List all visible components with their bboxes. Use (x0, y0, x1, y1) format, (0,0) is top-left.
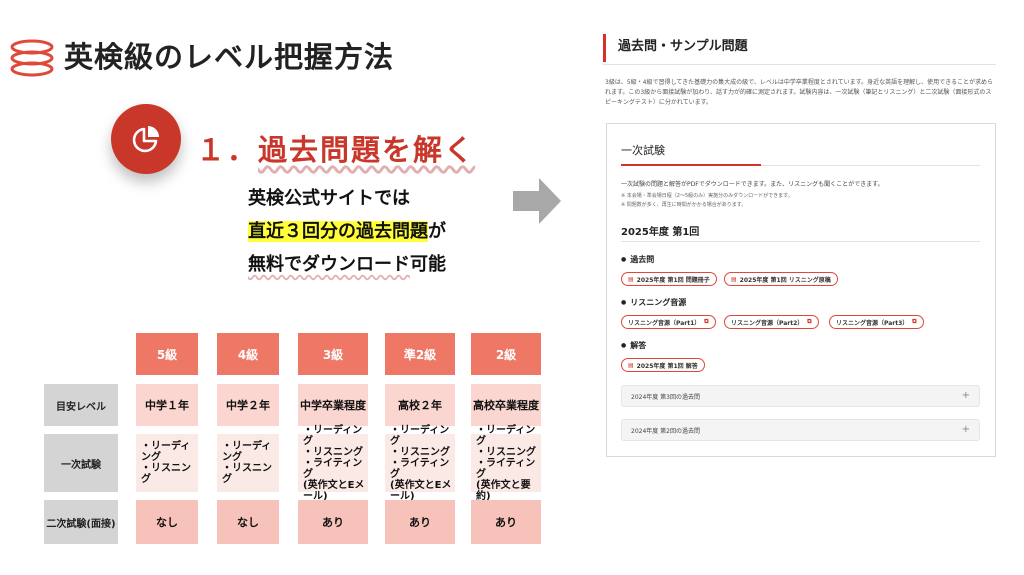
desc-line-1: 英検公式サイトでは (248, 188, 410, 209)
year-divider (621, 241, 980, 242)
table-header-cell: 準2級 (385, 333, 455, 375)
desc-line-2-tail: が (428, 221, 446, 242)
exam-item: ・リーディング (390, 424, 450, 447)
listening-audio-heading: リスニング音源 (621, 297, 686, 308)
table-cell-first-exam: ・リーディング ・リスニング ・ライティング (英作文とEメール) (385, 425, 455, 502)
desc-line-2: 直近３回分の過去問題が (248, 217, 446, 243)
exam-item: ・リスニング (476, 446, 536, 458)
section-title: 過去問・サンプル問題 (603, 34, 748, 62)
exam-item: (英作文と要約) (476, 479, 531, 502)
accordion-2024-2[interactable]: 2024年度 第2回の過去問 + (621, 419, 980, 441)
past-paper-booklet-link[interactable]: ▤ 2025年度 第1回 問題冊子 (621, 272, 717, 286)
table-cell-first-exam: ・リーディング ・リスニング (136, 434, 198, 492)
pie-chart-icon (132, 126, 159, 153)
answers-link[interactable]: ▤ 2025年度 第1回 解答 (621, 358, 705, 372)
card-title: 一次試験 (621, 144, 665, 157)
section-intro: 3級は、5級・4級で習得してきた基礎力の集大成の級で、レベルは中学卒業程度とされ… (605, 79, 993, 106)
card-title-divider (761, 165, 980, 166)
exam-item: ・リーディング (476, 424, 536, 447)
table-cell-first-exam: ・リーディング ・リスニング ・ライティング (英作文とEメール) (298, 425, 368, 502)
listening-part1-link[interactable]: リスニング音源（Part1） ⧉ (621, 315, 716, 329)
table-header-cell: 4級 (217, 333, 279, 375)
step-badge (111, 104, 181, 174)
exam-item: ・リスニング (303, 446, 363, 458)
exam-item: ・リーディング (141, 441, 191, 463)
exam-item: ・リーディング (303, 424, 363, 447)
exam-item: ・リスニング (390, 446, 450, 458)
table-cell-second-exam: あり (298, 500, 368, 544)
page-title: 英検級のレベル把握方法 (64, 40, 395, 74)
table-cell-first-exam: ・リーディング ・リスニング ・ライティング (英作文と要約) (471, 425, 541, 502)
exam-item: ・ライティング (390, 457, 450, 480)
table-cell-level: 中学１年 (136, 384, 198, 426)
table-row-label: 一次試験 (44, 434, 118, 492)
exam-item: (英作文とEメール) (390, 479, 452, 502)
card-note-1: ※ 本会場・準会場日程（2〜5級のみ）実施分のみダウンロードができます。 (621, 193, 793, 199)
exam-item: (英作文とEメール) (303, 479, 365, 502)
table-cell-level: 高校卒業程度 (471, 384, 541, 426)
table-row-label: 二次試験(面接) (44, 500, 118, 544)
external-link-icon: ⧉ (912, 318, 917, 325)
listening-part3-link[interactable]: リスニング音源（Part3） ⧉ (829, 315, 924, 329)
desc-line-3-underlined: 無料でダウンロード (248, 254, 410, 275)
answers-heading: 解答 (621, 340, 646, 351)
external-link-icon: ⧉ (807, 318, 812, 325)
table-row-label: 目安レベル (44, 384, 118, 426)
plus-icon: + (961, 424, 970, 435)
document-icon: ▤ (628, 361, 634, 369)
exam-item: ・リスニング (222, 463, 272, 485)
table-cell-second-exam: なし (217, 500, 279, 544)
listening-script-link[interactable]: ▤ 2025年度 第1回 リスニング原稿 (724, 272, 838, 286)
plus-icon: + (961, 390, 970, 401)
document-icon: ▤ (628, 275, 634, 283)
exam-item: ・ライティング (476, 457, 536, 480)
table-header-cell: 2級 (471, 333, 541, 375)
exam-item: ・リーディング (222, 441, 272, 463)
table-header-cell: 5級 (136, 333, 198, 375)
card-title-underline (621, 164, 761, 166)
section-divider (603, 64, 996, 65)
table-cell-second-exam: あり (385, 500, 455, 544)
desc-highlight: 直近３回分の過去問題 (248, 221, 428, 242)
arrow-right-icon (513, 178, 561, 224)
table-cell-level: 中学２年 (217, 384, 279, 426)
stack-logo-icon (10, 39, 54, 77)
year-heading: 2025年度 第1回 (621, 227, 700, 238)
table-cell-second-exam: あり (471, 500, 541, 544)
table-cell-second-exam: なし (136, 500, 198, 544)
card-note-2: ※ 問題数が多く、再生に時間がかかる場合があります。 (621, 202, 747, 208)
step-title: １．過去問題を解く (196, 127, 475, 169)
table-header-cell: 3級 (298, 333, 368, 375)
card-text: 一次試験の問題と解答がPDFでダウンロードできます。また、リスニングも聞くことが… (621, 181, 884, 188)
step-title-text: 過去問題を解く (258, 133, 476, 167)
past-papers-heading: 過去問 (621, 254, 654, 265)
desc-line-3: 無料でダウンロード可能 (248, 250, 446, 276)
step-number: １． (196, 133, 259, 167)
document-icon: ▤ (731, 275, 737, 283)
exam-item: ・ライティング (303, 457, 363, 480)
table-cell-level: 高校２年 (385, 384, 455, 426)
desc-line-3-tail: 可能 (410, 254, 446, 275)
table-cell-first-exam: ・リーディング ・リスニング (217, 434, 279, 492)
accordion-2024-3[interactable]: 2024年度 第3回の過去問 + (621, 385, 980, 407)
table-cell-level: 中学卒業程度 (298, 384, 368, 426)
exam-item: ・リスニング (141, 463, 191, 485)
external-link-icon: ⧉ (704, 318, 709, 325)
listening-part2-link[interactable]: リスニング音源（Part2） ⧉ (724, 315, 819, 329)
